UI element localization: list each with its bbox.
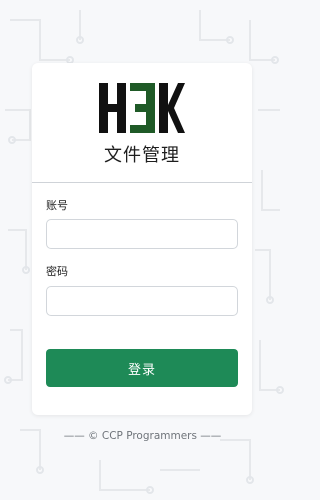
app-title: 文件管理 bbox=[104, 145, 180, 166]
password-input[interactable] bbox=[46, 286, 238, 316]
divider bbox=[32, 182, 252, 183]
login-card: 文件管理 账号 密码 登录 bbox=[32, 63, 252, 415]
login-button[interactable]: 登录 bbox=[46, 349, 238, 387]
h3k-logo bbox=[99, 83, 185, 133]
account-label: 账号 bbox=[46, 199, 68, 212]
copyright-footer: —— © CCP Programmers —— bbox=[63, 430, 222, 442]
password-label: 密码 bbox=[46, 265, 68, 278]
account-input[interactable] bbox=[46, 219, 238, 249]
